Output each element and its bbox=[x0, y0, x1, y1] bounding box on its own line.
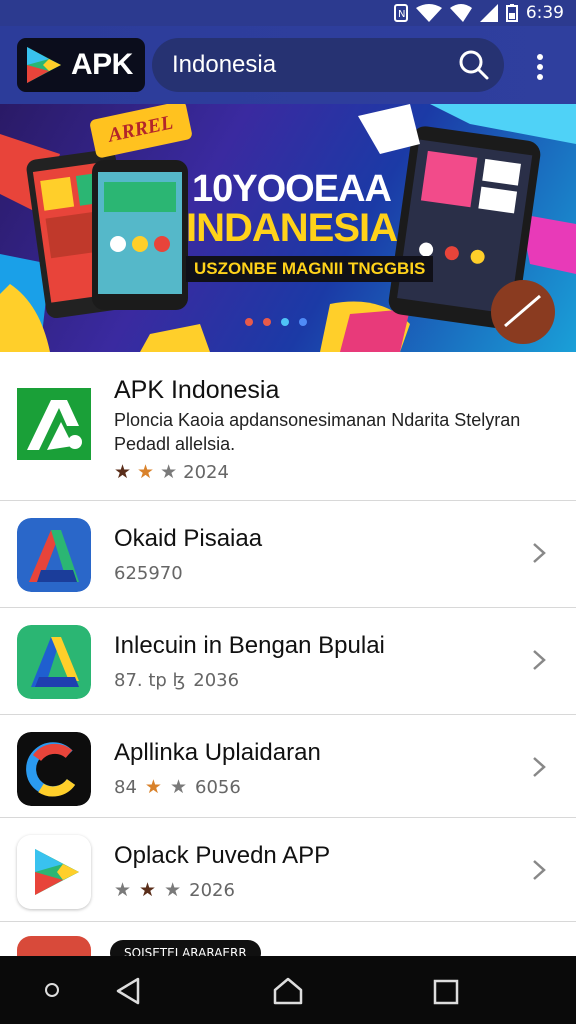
star-icon: ★ bbox=[137, 461, 155, 483]
list-item[interactable]: Okaid Pisaiaa 625970 bbox=[0, 501, 576, 608]
chevron-right-icon[interactable] bbox=[530, 648, 548, 672]
app-meta-value: 2036 bbox=[193, 670, 240, 691]
app-icon bbox=[17, 936, 91, 956]
system-nav-bar bbox=[0, 956, 576, 1024]
wifi-icon bbox=[415, 4, 442, 22]
assistant-dot-icon[interactable] bbox=[44, 982, 60, 998]
app-meta: ★ ★ ★ 2026 bbox=[114, 880, 235, 901]
logo-text: APK bbox=[71, 48, 133, 81]
battery-icon bbox=[505, 4, 518, 22]
featured-meta: 2024 bbox=[183, 462, 229, 483]
search-input[interactable]: Indonesia bbox=[172, 51, 276, 79]
more-vert-icon[interactable] bbox=[529, 52, 551, 82]
banner-tagline: USZONBE MAGNII TNGGBIS bbox=[186, 256, 434, 282]
app-name: Inlecuin in Bengan Bpulai bbox=[114, 632, 385, 659]
sim-icon: N bbox=[393, 4, 408, 22]
banner-title-line2: INDANESIA bbox=[186, 206, 398, 250]
list-item[interactable]: Apllinka Uplaidaran 84 ★ ★ 6056 bbox=[0, 715, 576, 818]
cellular-icon bbox=[479, 4, 498, 22]
search-bar[interactable]: Indonesia bbox=[152, 38, 504, 92]
app-meta-value: 6056 bbox=[195, 777, 241, 798]
app-meta-prefix: 87. tp ɮ bbox=[114, 670, 186, 691]
star-icon: ★ bbox=[160, 461, 178, 483]
home-icon[interactable] bbox=[272, 976, 304, 1006]
signal-icon bbox=[449, 4, 472, 22]
featured-app-title: APK Indonesia bbox=[114, 376, 280, 404]
apk-logo[interactable]: APK bbox=[17, 38, 145, 92]
app-meta-value: 2026 bbox=[189, 880, 235, 901]
list-item-partial[interactable]: SOISETEI ARARAERR bbox=[0, 922, 576, 956]
app-icon bbox=[17, 518, 91, 592]
app-meta-value: 625970 bbox=[114, 563, 183, 584]
featured-app-description: Ploncia Kaoia apdansonesimanan Ndarita S… bbox=[114, 410, 521, 454]
featured-rating: ★ ★ ★ 2024 bbox=[114, 462, 229, 483]
star-icon: ★ bbox=[139, 879, 157, 901]
carousel-dot[interactable] bbox=[281, 318, 289, 326]
app-meta: 87. tp ɮ 2036 bbox=[114, 670, 239, 691]
status-bar: N 6:39 bbox=[0, 0, 576, 26]
app-icon bbox=[17, 732, 91, 806]
status-icons: N 6:39 bbox=[393, 3, 564, 23]
star-icon: ★ bbox=[114, 461, 132, 483]
star-icon: ★ bbox=[164, 879, 182, 901]
chevron-right-icon[interactable] bbox=[530, 755, 548, 779]
app-meta-prefix: 84 bbox=[114, 777, 137, 798]
star-icon: ★ bbox=[169, 776, 187, 798]
star-icon: ★ bbox=[144, 776, 162, 798]
play-triangle-icon bbox=[27, 47, 61, 83]
clock: 6:39 bbox=[525, 3, 564, 23]
app-bar: APK Indonesia bbox=[0, 26, 576, 104]
chevron-right-icon[interactable] bbox=[530, 858, 548, 882]
app-name: Okaid Pisaiaa bbox=[114, 525, 263, 552]
snackbar-pill[interactable]: SOISETEI ARARAERR bbox=[110, 940, 261, 956]
recents-icon[interactable] bbox=[432, 978, 460, 1006]
chevron-right-icon[interactable] bbox=[530, 541, 548, 565]
app-name: Apllinka Uplaidaran bbox=[114, 739, 321, 766]
list-item[interactable]: Oplack Puvedn APP ★ ★ ★ 2026 bbox=[0, 818, 576, 922]
banner-title-line1: 10YOOEAA bbox=[192, 168, 392, 210]
app-icon bbox=[17, 835, 91, 909]
star-icon: ★ bbox=[114, 879, 132, 901]
svg-text:N: N bbox=[398, 9, 405, 20]
app-icon bbox=[17, 625, 91, 699]
carousel-dots[interactable] bbox=[245, 318, 307, 326]
app-meta: 84 ★ ★ 6056 bbox=[114, 777, 241, 798]
search-icon[interactable] bbox=[458, 49, 490, 81]
featured-app[interactable]: APK Indonesia Ploncia Kaoia apdansonesim… bbox=[0, 352, 576, 501]
carousel-dot[interactable] bbox=[245, 318, 253, 326]
app-name: Oplack Puvedn APP bbox=[114, 842, 331, 869]
carousel-dot[interactable] bbox=[263, 318, 271, 326]
promo-banner[interactable]: ARREL 10YOOEAA INDANESIA USZONBE MAGNII … bbox=[0, 104, 576, 352]
carousel-dot[interactable] bbox=[299, 318, 307, 326]
app-meta: 625970 bbox=[114, 563, 183, 584]
back-icon[interactable] bbox=[114, 976, 142, 1006]
list-item[interactable]: Inlecuin in Bengan Bpulai 87. tp ɮ 2036 bbox=[0, 608, 576, 715]
featured-app-icon bbox=[17, 388, 91, 460]
